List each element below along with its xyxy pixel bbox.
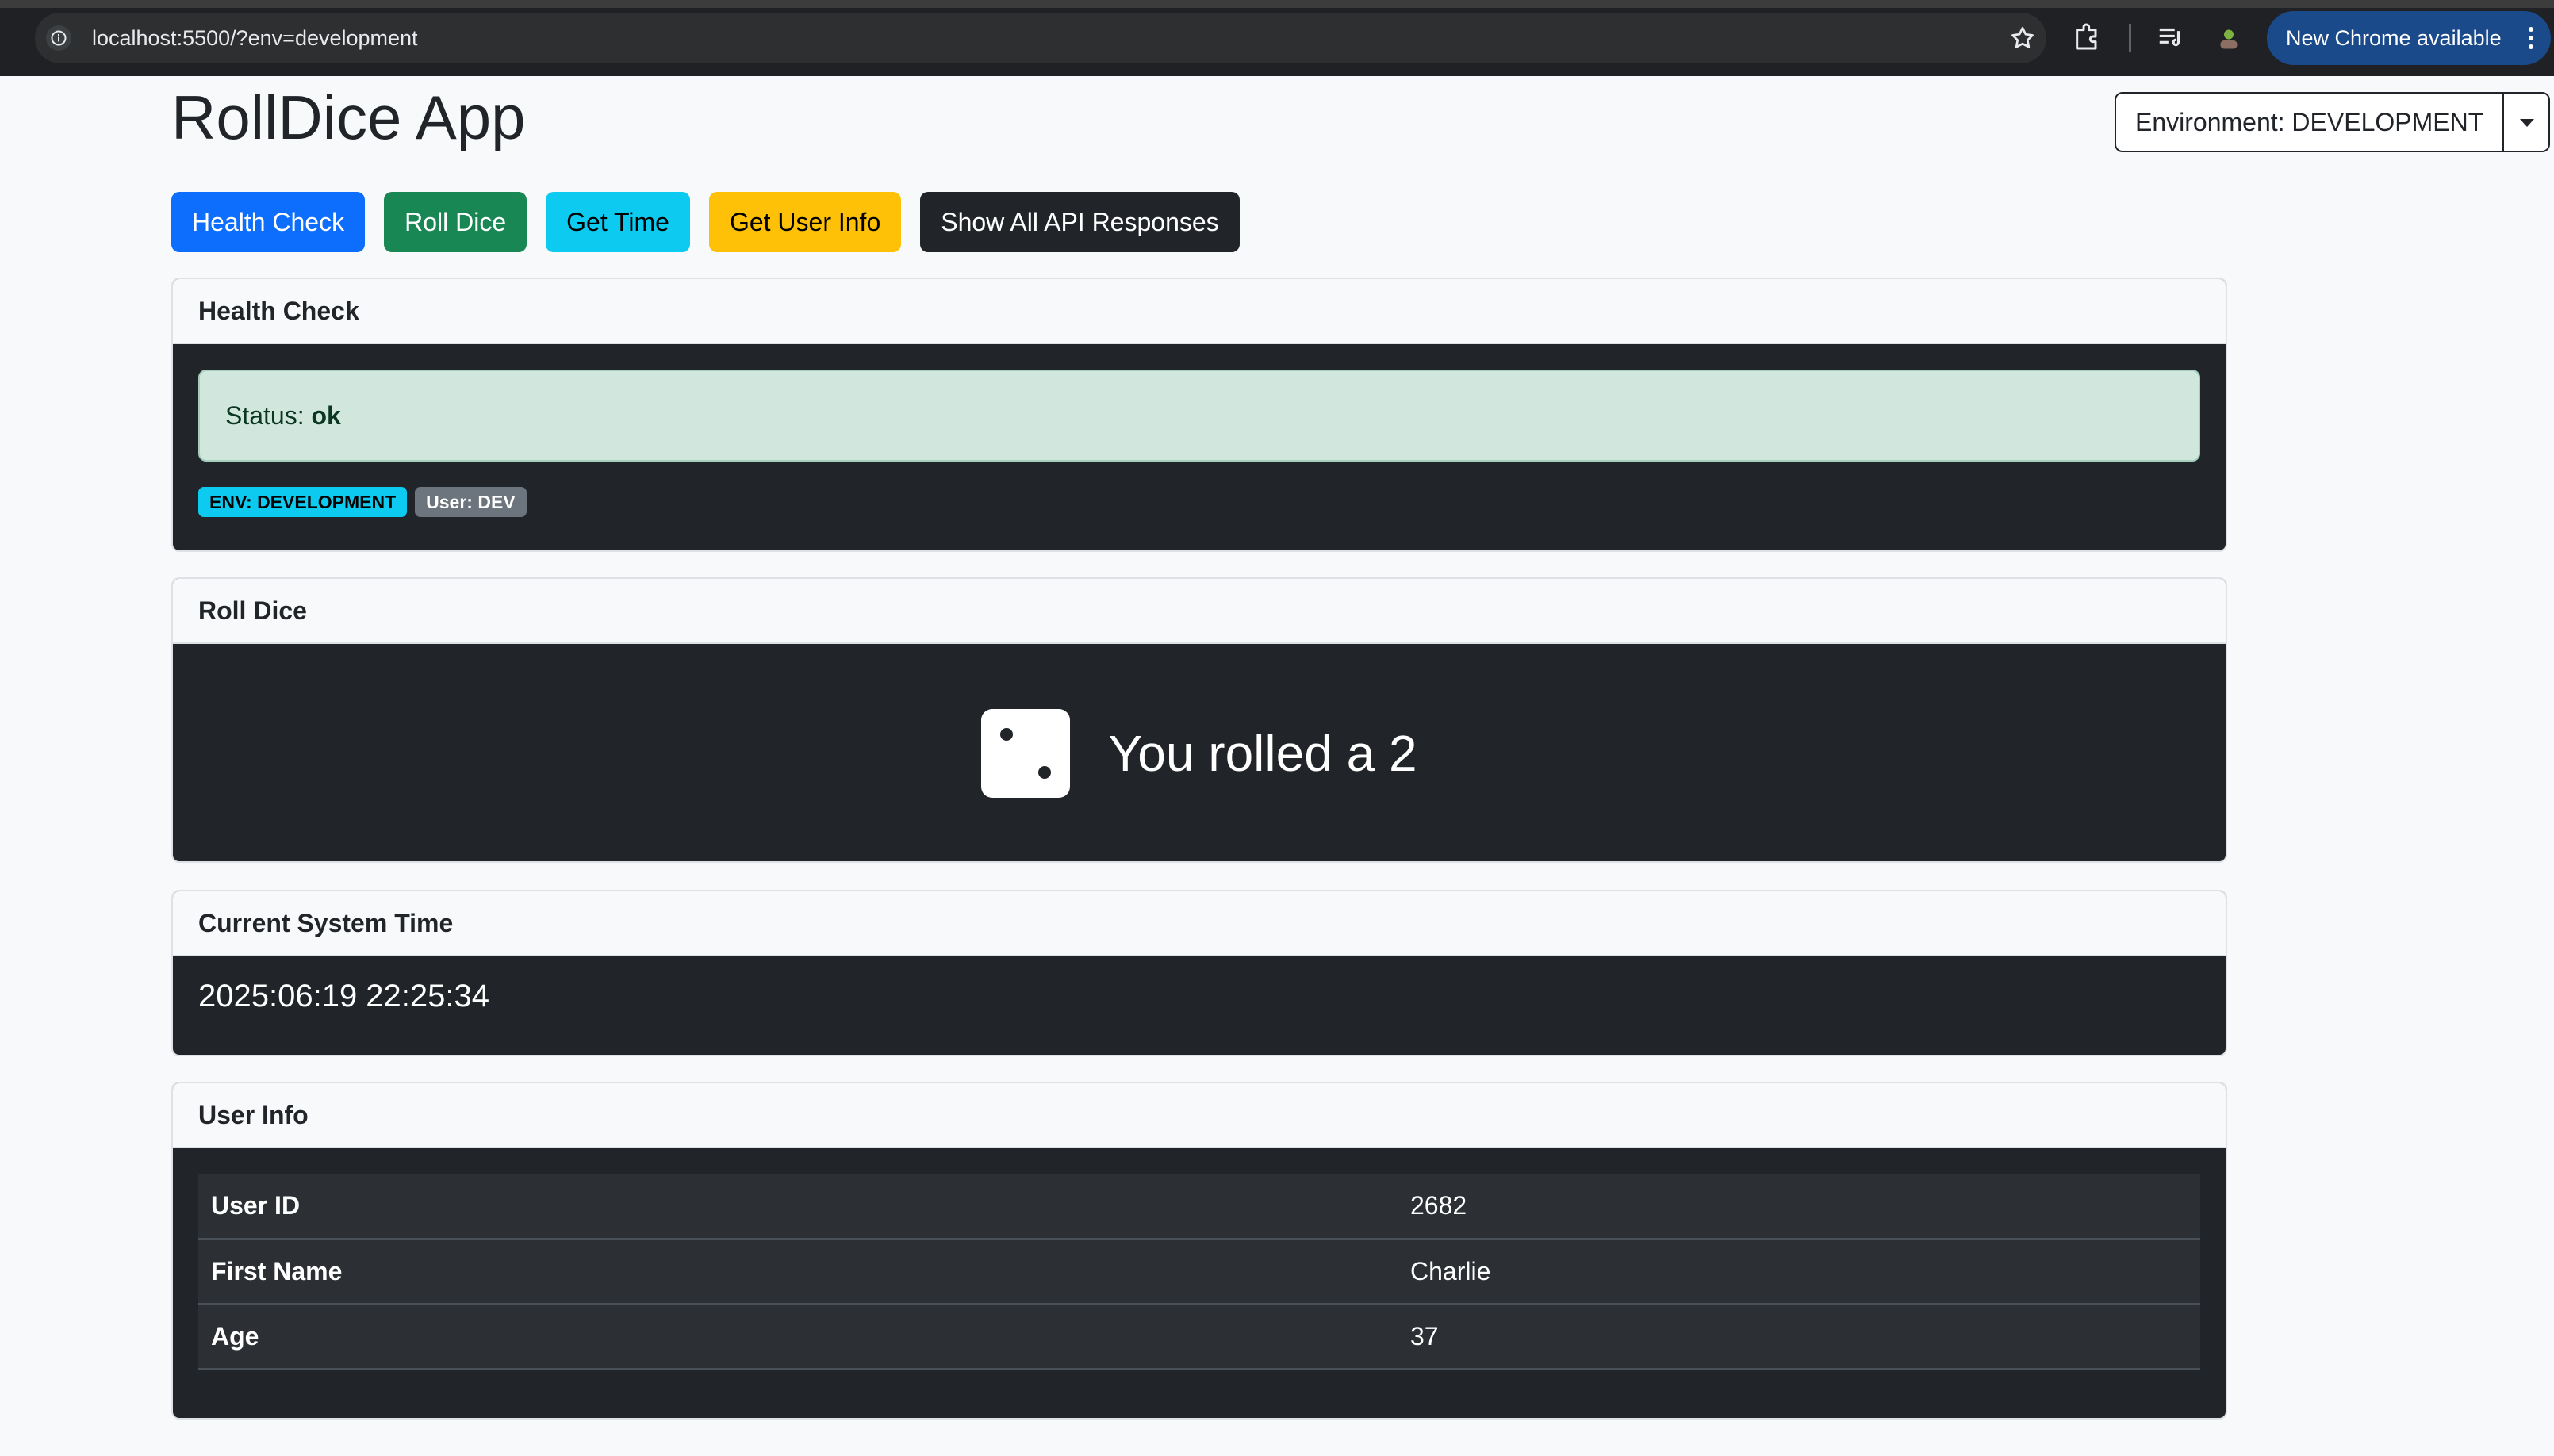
die-face-two-icon (981, 709, 1071, 798)
profile-avatar-icon[interactable] (2215, 24, 2243, 56)
reading-list-icon[interactable] (2156, 22, 2186, 56)
browser-toolbar: localhost:5500/?env=development New Chro… (0, 0, 2554, 76)
show-all-api-responses-button[interactable]: Show All API Responses (920, 192, 1240, 252)
system-time-body: 2025:06:19 22:25:34 (173, 956, 2226, 1055)
user-id-label: User ID (198, 1174, 1398, 1240)
system-time-header: Current System Time (173, 891, 2226, 956)
env-badge: ENV: DEVELOPMENT (198, 487, 408, 517)
health-check-card: Health Check Status: ok ENV: DEVELOPMENT… (171, 278, 2227, 552)
url-text[interactable]: localhost:5500/?env=development (92, 25, 418, 51)
table-row: First Name Charlie (198, 1239, 2200, 1305)
page-title: RollDice App (171, 82, 526, 152)
system-time-value: 2025:06:19 22:25:34 (198, 979, 490, 1013)
age-label: Age (198, 1304, 1398, 1370)
more-options-icon[interactable] (2529, 27, 2533, 49)
dice-result-text: You rolled a 2 (1108, 725, 1417, 782)
user-id-value: 2682 (1398, 1174, 2200, 1240)
status-alert: Status: ok (198, 370, 2200, 462)
user-info-header: User Info (173, 1083, 2226, 1148)
toolbar-divider (2129, 24, 2131, 52)
user-info-body: User ID 2682 First Name Charlie Age 37 (173, 1148, 2226, 1418)
age-value: 37 (1398, 1304, 2200, 1370)
first-name-label: First Name (198, 1239, 1398, 1305)
first-name-value: Charlie (1398, 1239, 2200, 1305)
health-check-header: Health Check (173, 279, 2226, 344)
address-bar[interactable]: localhost:5500/?env=development (35, 13, 2046, 63)
user-info-card: User Info User ID 2682 First Name Charli… (171, 1082, 2227, 1420)
user-badge: User: DEV (415, 487, 527, 517)
roll-dice-button[interactable]: Roll Dice (384, 192, 527, 252)
get-user-info-button[interactable]: Get User Info (708, 192, 902, 252)
bookmark-star-icon[interactable] (2008, 24, 2037, 56)
environment-button[interactable]: Environment: DEVELOPMENT (2116, 94, 2505, 151)
roll-dice-body: You rolled a 2 (173, 644, 2226, 861)
browser-tab-strip (0, 0, 2554, 8)
extensions-icon[interactable] (2072, 21, 2103, 56)
get-time-button[interactable]: Get Time (546, 192, 690, 252)
health-check-body: Status: ok ENV: DEVELOPMENT User: DEV (173, 344, 2226, 550)
new-chrome-available-button[interactable]: New Chrome available (2267, 11, 2551, 65)
table-row: Age 37 (198, 1304, 2200, 1370)
user-info-table: User ID 2682 First Name Charlie Age 37 (198, 1174, 2200, 1370)
table-row: User ID 2682 (198, 1174, 2200, 1240)
die-pip (1038, 766, 1052, 779)
roll-dice-card: Roll Dice You rolled a 2 (171, 577, 2227, 863)
health-check-button[interactable]: Health Check (171, 192, 366, 252)
new-chrome-label: New Chrome available (2286, 26, 2502, 50)
die-pip (1000, 728, 1014, 741)
badge-group: ENV: DEVELOPMENT User: DEV (198, 487, 527, 517)
dice-result: You rolled a 2 (173, 644, 2226, 861)
system-time-card: Current System Time 2025:06:19 22:25:34 (171, 890, 2227, 1056)
action-toolbar: Health Check Roll Dice Get Time Get User… (171, 192, 1240, 252)
roll-dice-header: Roll Dice (173, 579, 2226, 644)
status-value: ok (311, 401, 341, 430)
chevron-down-icon[interactable] (2504, 94, 2548, 151)
environment-dropdown[interactable]: Environment: DEVELOPMENT (2115, 92, 2551, 152)
status-label: Status: (225, 401, 312, 430)
site-info-icon[interactable] (46, 25, 71, 51)
